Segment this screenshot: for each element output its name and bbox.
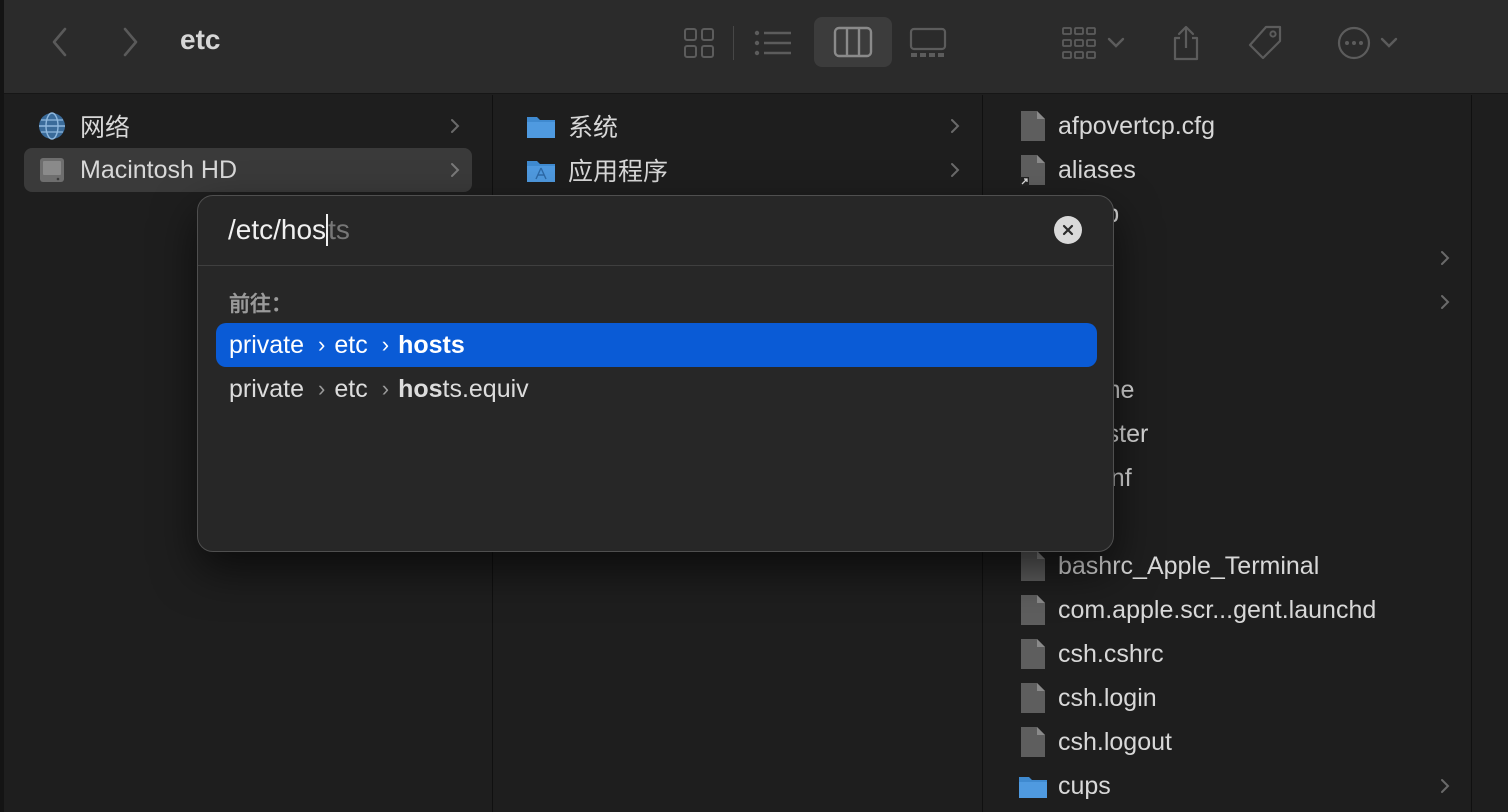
suggestion-rest-text: ts.equiv [442, 374, 529, 403]
column-item-macintosh-hd[interactable]: Macintosh HD [24, 148, 472, 192]
network-globe-icon [39, 112, 65, 140]
go-to-folder-dialog: /etc/hosts 前往： private › etc › hos ts pri… [197, 195, 1114, 552]
column-item-network[interactable]: 网络 [24, 104, 472, 148]
chevron-right-icon [950, 104, 960, 148]
more-actions-button[interactable] [1330, 20, 1404, 66]
share-icon [1173, 25, 1199, 61]
icon-view-button[interactable] [676, 20, 722, 66]
column-item-label: csh.logout [1058, 727, 1172, 756]
path-separator-icon: › [318, 376, 326, 401]
column-item-label: csh.login [1058, 683, 1157, 712]
document-icon [1018, 550, 1048, 582]
chevron-right-icon [450, 104, 460, 148]
alias-document-icon [1018, 154, 1048, 186]
chevron-right-icon [1440, 764, 1450, 808]
column-item-label: com.apple.scr...gent.launchd [1058, 595, 1377, 624]
hard-drive-icon [40, 158, 64, 182]
group-by-icon [1062, 27, 1096, 59]
close-icon [1062, 224, 1074, 236]
column-view-icon [833, 26, 873, 58]
suggestion-item-hosts-equiv[interactable]: private › etc › hos ts.equiv [216, 367, 1097, 411]
ellipsis-circle-icon [1337, 26, 1371, 60]
column-item-label: csh.cshrc [1058, 639, 1164, 668]
column-item[interactable]: com.apple.scr...gent.launchd [1004, 588, 1462, 632]
column-item-label: 网络 [80, 114, 131, 142]
chevron-right-icon [1440, 280, 1450, 324]
column-item[interactable]: aliases [1004, 148, 1462, 192]
suggestion-rest-text: ts [442, 330, 465, 359]
path-typed-text: /etc/hos [228, 214, 327, 245]
suggestion-item-hosts[interactable]: private › etc › hos ts [216, 323, 1097, 367]
column-item[interactable]: csh.login [1004, 676, 1462, 720]
column-item-label: cups [1058, 771, 1111, 800]
suggestion-segment: private [229, 330, 305, 359]
document-icon [1018, 682, 1048, 714]
toolbar: etc [0, 0, 1508, 94]
applications-folder-icon [527, 161, 555, 182]
chevron-right-icon [123, 27, 138, 57]
column-item[interactable]: cups [1004, 764, 1462, 808]
tag-button[interactable] [1242, 20, 1288, 66]
path-autocomplete-text: ts [328, 214, 350, 245]
path-separator-icon: › [381, 332, 390, 357]
back-button[interactable] [42, 22, 78, 62]
chevron-right-icon [450, 148, 460, 192]
column-item[interactable]: csh.cshrc [1004, 632, 1462, 676]
column-item-label: 系统 [568, 114, 619, 142]
gallery-view-icon [909, 27, 947, 57]
column-item-label: Macintosh HD [80, 155, 237, 184]
document-icon [1018, 110, 1048, 142]
clear-path-button[interactable] [1054, 216, 1082, 244]
list-view-icon [754, 30, 791, 56]
column-item-label: afpovertcp.cfg [1058, 111, 1216, 140]
icon-view-icon [684, 28, 714, 58]
chevron-right-icon [1440, 236, 1450, 280]
suggestion-segment: private [229, 374, 305, 403]
column-item-applications[interactable]: 应用程序 [514, 148, 972, 192]
path-separator-icon: › [318, 332, 326, 357]
dialog-divider [198, 265, 1113, 266]
forward-button[interactable] [112, 22, 148, 62]
path-separator-icon: › [381, 376, 390, 401]
document-icon [1018, 594, 1048, 626]
folder-icon [527, 117, 555, 138]
column-item[interactable]: afpovertcp.cfg [1004, 104, 1462, 148]
chevron-left-icon [52, 27, 67, 57]
column-view-button[interactable] [814, 17, 892, 67]
goto-label: 前往： [229, 293, 292, 316]
toolbar-separator [733, 26, 734, 60]
browser-column-4 [1473, 95, 1508, 812]
column-item-label: aliases [1058, 155, 1136, 184]
group-by-button[interactable] [1052, 20, 1132, 66]
suggestion-segment: etc [334, 330, 368, 359]
chevron-down-icon [1380, 37, 1398, 48]
document-icon [1018, 638, 1048, 670]
share-button[interactable] [1164, 20, 1208, 66]
suggestion-match-text: hos [398, 330, 443, 359]
suggestion-match-text: hos [398, 374, 443, 403]
document-icon [1018, 726, 1048, 758]
column-item[interactable]: csh.logout [1004, 720, 1462, 764]
list-view-button[interactable] [748, 20, 798, 66]
column-item-label: 应用程序 [568, 158, 669, 186]
folder-icon [1018, 773, 1048, 799]
suggestion-segment: etc [334, 374, 368, 403]
path-input[interactable]: /etc/hosts [228, 213, 350, 246]
tag-icon [1248, 25, 1282, 60]
column-item-label: bashrc_Apple_Terminal [1058, 551, 1320, 580]
gallery-view-button[interactable] [904, 20, 952, 66]
chevron-down-icon [1107, 37, 1125, 48]
chevron-right-icon [950, 148, 960, 192]
window-title: etc [180, 24, 221, 55]
column-item-system[interactable]: 系统 [514, 104, 972, 148]
